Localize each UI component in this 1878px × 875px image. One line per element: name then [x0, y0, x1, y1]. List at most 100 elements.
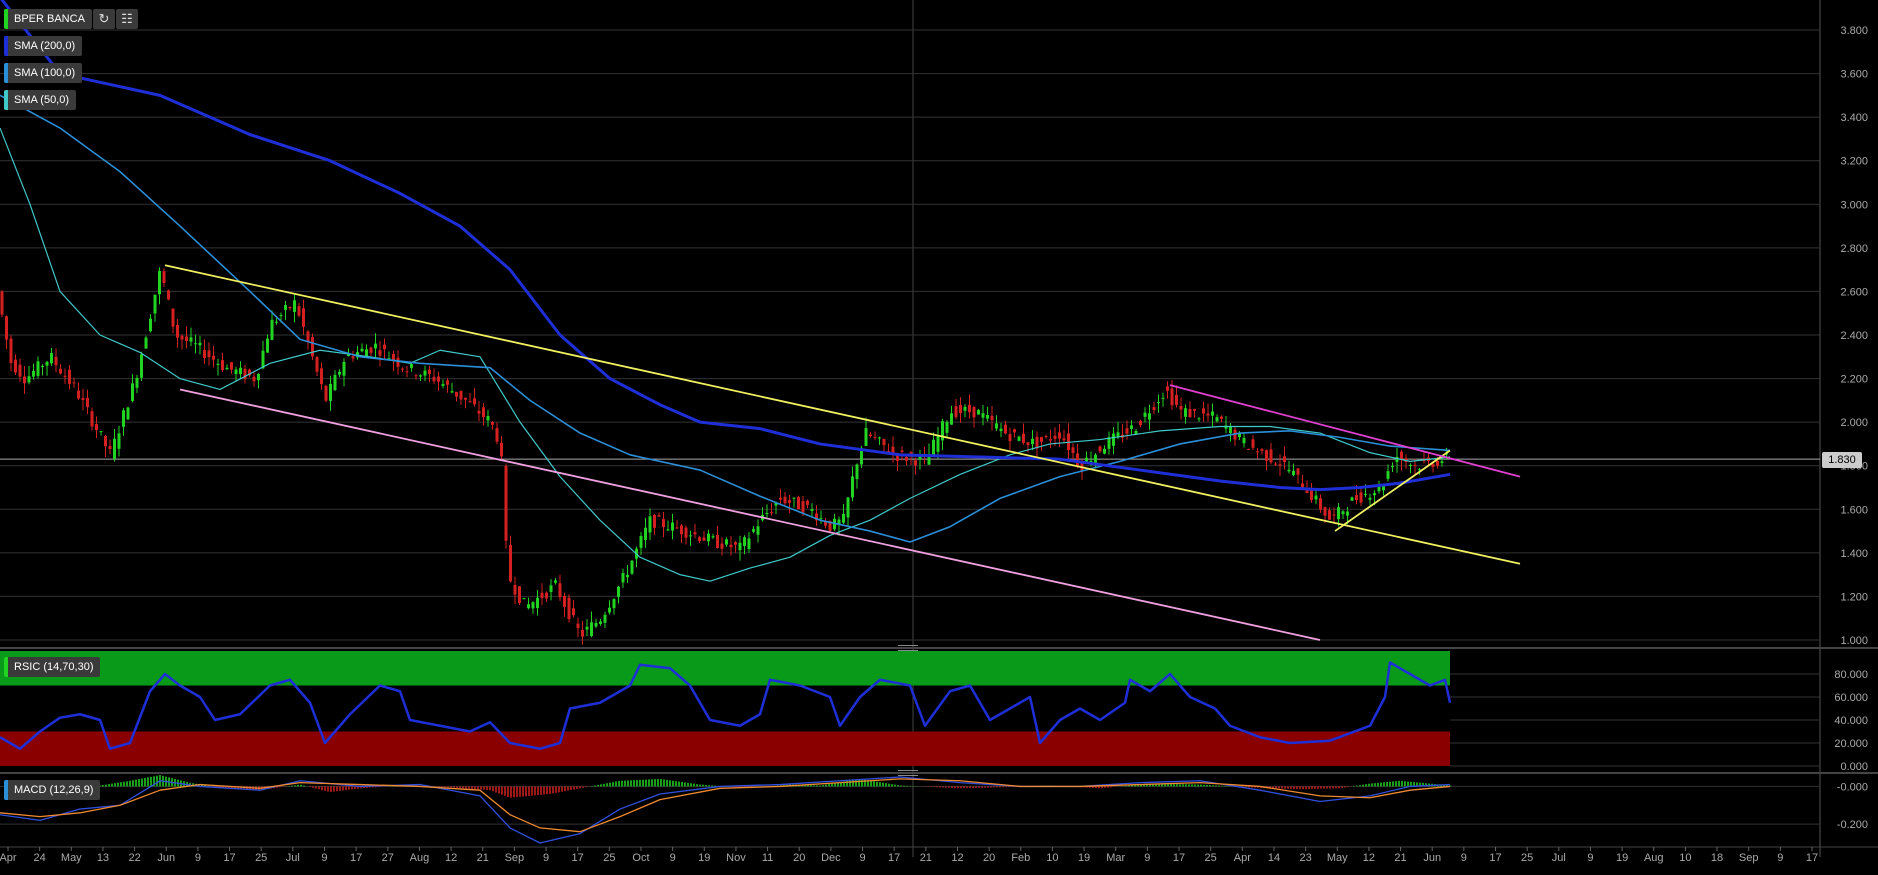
- candle-body: [1184, 408, 1187, 417]
- candle-body: [1179, 406, 1183, 410]
- candle-body: [1251, 439, 1255, 448]
- candle-body: [1076, 453, 1079, 466]
- candle-body: [612, 599, 616, 609]
- candle-body: [1386, 471, 1390, 479]
- time-tick-label: 19: [1078, 852, 1090, 864]
- time-tick-label: 21: [920, 852, 932, 864]
- candle-body: [90, 411, 94, 427]
- candle-body: [1040, 436, 1043, 442]
- candle-body: [743, 537, 746, 547]
- candle-body: [329, 383, 332, 401]
- candle-body: [41, 365, 44, 368]
- candle-body: [576, 623, 580, 628]
- refresh-icon[interactable]: ↻: [93, 9, 115, 29]
- time-tick-label: Jun: [157, 852, 175, 864]
- time-tick-label: 25: [1205, 852, 1217, 864]
- macd-tag[interactable]: MACD (12,26,9): [4, 780, 101, 800]
- candle-body: [842, 513, 845, 523]
- candle-body: [410, 364, 413, 368]
- price-tick-label: 3.600: [1840, 69, 1868, 81]
- candle-body: [1332, 514, 1336, 516]
- candle-body: [252, 376, 256, 382]
- candle-body: [747, 538, 751, 550]
- candle-body: [680, 525, 683, 535]
- candle-body: [437, 376, 440, 382]
- price-tick-label: 3.800: [1840, 25, 1868, 37]
- candle-body: [279, 315, 283, 317]
- symbol-tag[interactable]: BPER BANCA: [4, 9, 92, 29]
- candle-body: [851, 476, 854, 498]
- rsi-tag[interactable]: RSIC (14,70,30): [4, 657, 101, 677]
- time-tick-label: 9: [1777, 852, 1783, 864]
- candle-body: [369, 347, 373, 353]
- candle-body: [675, 527, 679, 529]
- sma100-tag[interactable]: SMA (100,0): [4, 63, 83, 83]
- price-tick-label: 2.000: [1840, 417, 1868, 429]
- candle-body: [945, 421, 949, 433]
- candle-body: [882, 438, 886, 446]
- time-tick-label: Mar: [1106, 852, 1125, 864]
- candle-body: [306, 331, 310, 343]
- time-tick-label: Nov: [726, 852, 746, 864]
- candle-body: [914, 460, 917, 466]
- candle-body: [27, 376, 31, 383]
- candle-body: [333, 374, 337, 391]
- candle-body: [180, 335, 184, 340]
- candle-body: [342, 361, 346, 376]
- time-tick-label: Dec: [821, 852, 841, 864]
- candle-body: [1152, 407, 1156, 411]
- candle-body: [738, 542, 742, 551]
- candle-body: [167, 290, 170, 300]
- candle-body: [207, 350, 211, 358]
- candle-body: [770, 512, 773, 514]
- pane-resize-handle[interactable]: [898, 770, 918, 776]
- stock-chart[interactable]: 3.800 3.600 3.400 3.200 3.000 2.800 2.600 2.400…: [0, 0, 1878, 875]
- candle-body: [810, 509, 814, 511]
- candle-body: [693, 532, 697, 535]
- candle-body: [855, 464, 859, 480]
- candle-body: [657, 515, 661, 517]
- price-tick-label: 3.400: [1840, 112, 1868, 124]
- price-tick-label: 2.600: [1840, 286, 1868, 298]
- candle-body: [662, 519, 665, 528]
- chart-settings-icon[interactable]: ☷: [116, 9, 138, 29]
- time-tick-label: Sep: [1739, 852, 1759, 864]
- candle-body: [585, 626, 589, 630]
- candle-body: [486, 416, 490, 421]
- candle-body: [756, 526, 760, 535]
- candle-body: [225, 367, 229, 370]
- candle-body: [630, 560, 634, 574]
- candle-body: [806, 500, 809, 505]
- candle-body: [135, 377, 139, 388]
- candle-body: [720, 543, 724, 549]
- rsi-tick-label: 80.000: [1834, 669, 1868, 681]
- candle-body: [432, 376, 436, 382]
- time-tick-label: 19: [698, 852, 710, 864]
- candle-body: [140, 354, 143, 378]
- candle-body: [126, 407, 130, 420]
- candle-body: [900, 450, 904, 453]
- sma200-tag[interactable]: SMA (200,0): [4, 36, 83, 56]
- candle-body: [1413, 464, 1417, 466]
- candle-body: [108, 446, 112, 450]
- time-tick-label: 17: [1806, 852, 1818, 864]
- candle-body: [950, 413, 953, 425]
- time-tick-label: Sep: [505, 852, 525, 864]
- symbol-label: BPER BANCA: [14, 13, 85, 25]
- candle-body: [729, 544, 733, 548]
- candle-body: [648, 516, 652, 533]
- sma50-tag[interactable]: SMA (50,0): [4, 90, 77, 110]
- sma50-label: SMA (50,0): [14, 94, 70, 106]
- candle-body: [1071, 447, 1075, 453]
- pane-resize-handle[interactable]: [898, 645, 918, 651]
- price-tick-label: 2.800: [1840, 243, 1868, 255]
- candle-body: [1242, 437, 1246, 444]
- time-tick-label: 21: [477, 852, 489, 864]
- candle-body: [257, 373, 260, 381]
- candle-body: [1166, 386, 1169, 391]
- candle-body: [873, 436, 877, 438]
- candle-body: [1296, 468, 1300, 475]
- time-tick-label: Oct: [632, 852, 649, 864]
- candle-body: [513, 584, 517, 595]
- candle-body: [234, 369, 238, 374]
